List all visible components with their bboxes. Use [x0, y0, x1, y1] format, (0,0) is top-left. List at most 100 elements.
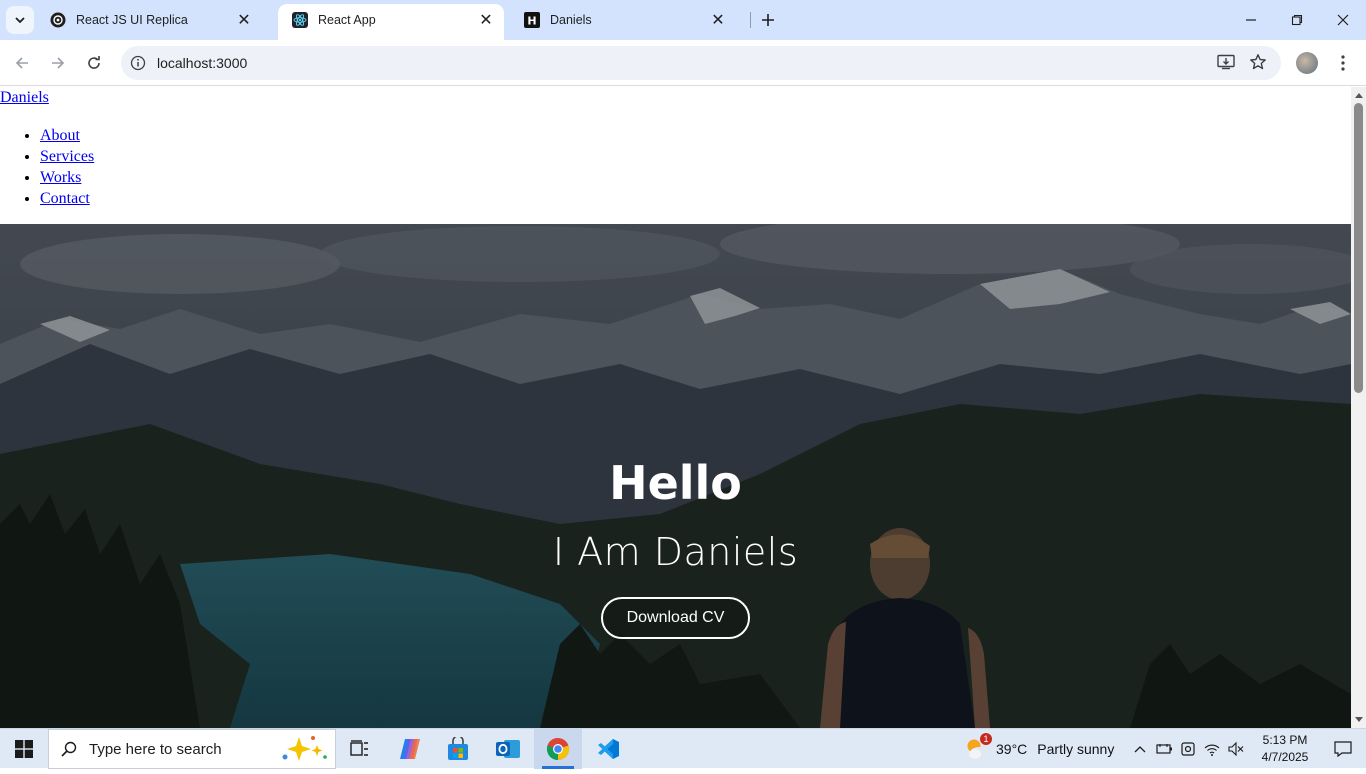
vscode-app[interactable]	[584, 729, 632, 769]
hero-section: Hello I Am Daniels Download CV	[0, 224, 1351, 728]
weather-condition: Partly sunny	[1037, 741, 1115, 757]
svg-text:H: H	[527, 15, 536, 28]
volume-status[interactable]	[1224, 729, 1248, 769]
search-icon	[59, 739, 79, 759]
hero-subtitle: I Am Daniels	[552, 530, 799, 574]
page-viewport: Daniels About Services Works Contact	[0, 87, 1351, 728]
nav-item: Works	[40, 167, 94, 188]
vscode-icon	[598, 739, 619, 759]
chevron-down-icon	[15, 17, 25, 24]
browser-menu-button[interactable]	[1334, 49, 1352, 77]
nav-item: About	[40, 125, 94, 146]
close-tab-icon[interactable]: ✕	[476, 10, 496, 30]
tab-divider	[750, 12, 751, 28]
microsoft-store-icon	[448, 737, 468, 760]
restore-icon	[1291, 14, 1303, 26]
restore-button[interactable]	[1274, 0, 1320, 40]
weather-temp: 39°C	[996, 741, 1028, 757]
nav-link-works[interactable]: Works	[40, 169, 81, 186]
address-bar[interactable]: localhost:3000	[121, 46, 1281, 80]
browser-toolbar: localhost:3000	[0, 40, 1366, 86]
scrollbar-thumb[interactable]	[1354, 103, 1363, 393]
tab-title: Daniels	[550, 13, 592, 27]
minimize-icon	[1246, 19, 1256, 21]
download-cv-button[interactable]: Download CV	[601, 597, 750, 639]
nav-link-about[interactable]: About	[40, 127, 80, 144]
system-clock[interactable]: 5:13 PM 4/7/2025	[1250, 732, 1320, 766]
close-tab-icon[interactable]: ✕	[708, 10, 728, 30]
camera-icon	[1181, 742, 1195, 756]
profile-avatar[interactable]	[1296, 52, 1318, 74]
nav-item: Contact	[40, 188, 94, 209]
clock-time: 5:13 PM	[1262, 733, 1308, 747]
nav-list: About Services Works Contact	[0, 125, 94, 209]
partly-sunny-icon: 1	[964, 733, 992, 762]
chrome-icon	[546, 737, 570, 761]
task-view-button[interactable]	[336, 729, 384, 769]
tab-react-app[interactable]: React App ✕	[278, 4, 504, 40]
nav-link-services[interactable]: Services	[40, 148, 94, 165]
outlook-app[interactable]	[484, 729, 532, 769]
task-view-icon	[350, 740, 368, 756]
meet-now-button[interactable]	[1176, 729, 1200, 769]
install-app-button[interactable]	[1212, 48, 1240, 76]
notification-center-button[interactable]	[1320, 729, 1366, 769]
scroll-up-arrow-icon[interactable]	[1351, 89, 1366, 101]
notification-icon	[1334, 741, 1352, 757]
copilot-app[interactable]	[386, 729, 434, 769]
forward-button[interactable]	[44, 49, 72, 77]
network-status[interactable]	[1200, 729, 1224, 769]
tab-react-js-ui-replica[interactable]: React JS UI Replica ✕	[36, 4, 262, 36]
start-button[interactable]	[0, 729, 48, 769]
search-highlight-icon	[275, 729, 335, 769]
microsoft-store-app[interactable]	[434, 729, 482, 769]
copilot-icon	[400, 739, 420, 759]
search-placeholder: Type here to search	[89, 740, 222, 758]
weather-widget[interactable]: 1 39°C Partly sunny	[964, 729, 1114, 769]
openai-icon	[50, 12, 66, 28]
taskbar-search-box[interactable]: Type here to search	[48, 729, 336, 769]
weather-badge: 1	[980, 733, 992, 745]
more-vert-icon	[1341, 55, 1345, 71]
chrome-app[interactable]	[534, 729, 582, 769]
hero-greeting: Hello	[609, 456, 742, 510]
tab-search-button[interactable]	[6, 6, 34, 34]
show-hidden-icons-button[interactable]	[1128, 729, 1152, 769]
windows-logo-icon	[15, 740, 33, 758]
nav-link-contact[interactable]: Contact	[40, 190, 90, 207]
volume-muted-icon	[1228, 742, 1244, 756]
battery-icon	[1156, 744, 1172, 754]
star-icon	[1250, 54, 1266, 70]
site-info-icon[interactable]	[129, 54, 147, 72]
react-icon	[292, 12, 308, 28]
tab-title: React App	[318, 13, 376, 27]
nav-item: Services	[40, 146, 94, 167]
tab-daniels[interactable]: H Daniels ✕	[510, 4, 736, 36]
url-text: localhost:3000	[157, 55, 248, 71]
page-scrollbar[interactable]	[1351, 87, 1366, 728]
install-app-icon	[1217, 54, 1235, 70]
new-tab-button[interactable]	[756, 8, 780, 32]
close-icon	[1337, 14, 1349, 26]
reload-button[interactable]	[80, 49, 108, 77]
battery-status[interactable]	[1152, 729, 1176, 769]
plus-icon	[762, 14, 774, 26]
wifi-icon	[1204, 744, 1220, 756]
close-tab-icon[interactable]: ✕	[234, 10, 254, 30]
back-button[interactable]	[8, 49, 36, 77]
clock-date: 4/7/2025	[1261, 750, 1309, 764]
arrow-right-icon	[52, 57, 65, 69]
close-window-button[interactable]	[1320, 0, 1366, 40]
windows-taskbar: Type here to search 1 39°C Partly sunny	[0, 728, 1366, 769]
tab-title: React JS UI Replica	[76, 13, 188, 27]
browser-tab-strip: React JS UI Replica ✕ React App ✕ H Dani…	[0, 0, 1366, 40]
brand-link[interactable]: Daniels	[0, 89, 49, 107]
outlook-icon	[496, 740, 520, 758]
bookmark-button[interactable]	[1244, 48, 1272, 76]
reload-icon	[88, 56, 100, 69]
minimize-button[interactable]	[1228, 0, 1274, 40]
scroll-down-arrow-icon[interactable]	[1351, 714, 1366, 726]
chevron-up-icon	[1134, 746, 1146, 753]
arrow-left-icon	[15, 57, 28, 69]
h-logo-icon: H	[524, 12, 540, 28]
